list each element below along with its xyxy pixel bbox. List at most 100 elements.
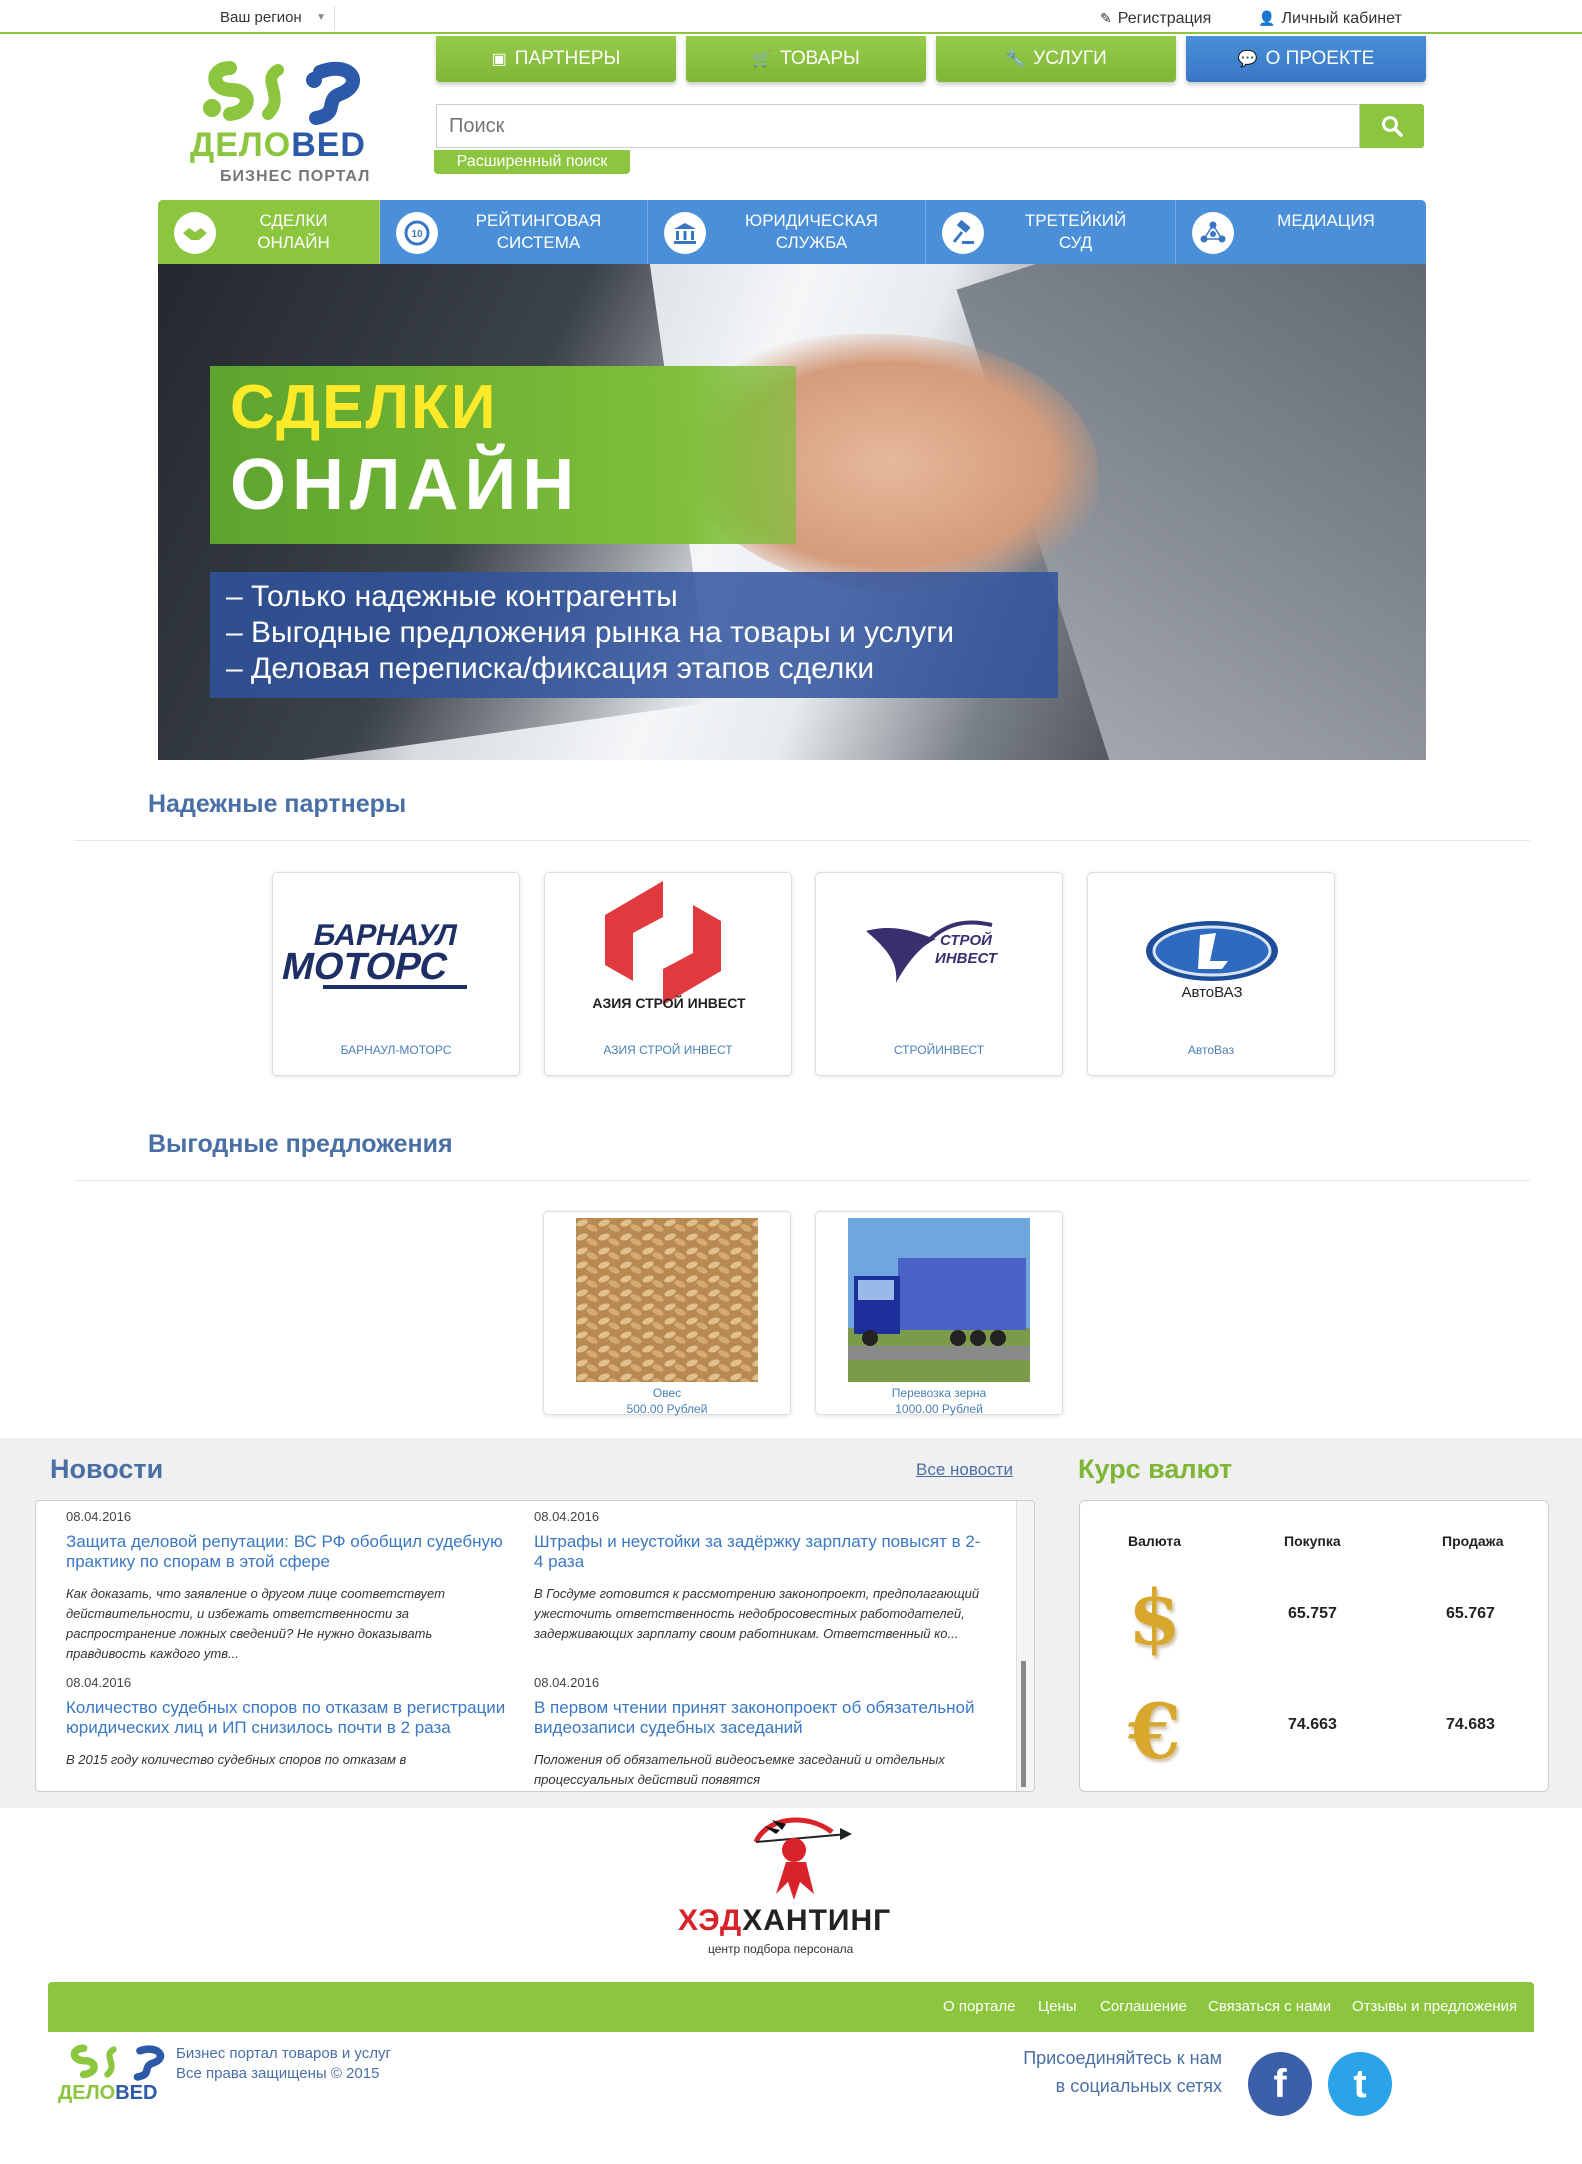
region-label: Ваш регион [220, 9, 302, 26]
tab-deals-online[interactable]: Сделки онлайн [158, 200, 380, 264]
sponsor-wordmark: ХЭДХАНТИНГ [678, 1904, 892, 1937]
svg-text:ИНВЕСТ: ИНВЕСТ [935, 950, 999, 967]
cabinet-link[interactable]: 👤 Личный кабинет [1258, 6, 1402, 31]
archer-logo-icon [753, 1817, 852, 1900]
hero-banner[interactable]: СДЕЛКИ ОНЛАЙН – Только надежные контраге… [158, 264, 1426, 760]
asia-stroy-invest-logo: АЗИЯ СТРОЙ ИНВЕСТ [592, 881, 746, 1011]
search-input[interactable] [436, 104, 1360, 148]
news-date: 08.04.2016 [66, 1509, 132, 1524]
partners-title: Надежные партнеры [148, 790, 407, 818]
svg-text:АвтоВАЗ: АвтоВАЗ [1181, 984, 1242, 1001]
currency-table: Валюта Покупка Продажа $ 65.757 65.767 €… [1079, 1500, 1549, 1792]
social-line2: в социальных сетях [1055, 2076, 1222, 2096]
offer-card-transport[interactable]: Перевозка зерна 1000.00 Рублей [815, 1211, 1063, 1416]
nav-goods[interactable]: 🛒 ТОВАРЫ [686, 36, 926, 82]
gavel-icon [942, 212, 984, 254]
footer-nav: О портале Цены Соглашение Связаться с на… [48, 1982, 1534, 2032]
user-icon: 👤 [1258, 10, 1276, 26]
svg-text:АЗИЯ СТРОЙ ИНВЕСТ: АЗИЯ СТРОЙ ИНВЕСТ [592, 994, 746, 1011]
footer-link-feedback[interactable]: Отзывы и предложения [1352, 1998, 1517, 2015]
footer-link-contact[interactable]: Связаться с нами [1208, 1998, 1331, 2015]
offers-title: Выгодные предложения [148, 1130, 453, 1158]
cabinet-label: Личный кабинет [1281, 10, 1402, 27]
news-item[interactable]: 08.04.2016 Защита деловой репутации: ВС … [66, 1509, 516, 1664]
partner-caption: АвтоВаз [1187, 1043, 1235, 1057]
search-icon [1382, 116, 1403, 137]
nav-about[interactable]: 💬 О ПРОЕКТЕ [1186, 36, 1426, 82]
euro-sell-value: 74.683 [1446, 1716, 1495, 1733]
news-date: 08.04.2016 [534, 1509, 600, 1524]
nav-goods-label: ТОВАРЫ [780, 48, 860, 69]
search-button[interactable] [1360, 104, 1424, 148]
sponsor-subtitle: центр подбора персонала [708, 1942, 854, 1956]
offer-card-oats[interactable]: Овес 500.00 Рублей [543, 1211, 791, 1416]
tab-legal-service[interactable]: Юридическая служба [648, 200, 926, 264]
offer-price: 1000.00 Рублей [895, 1402, 983, 1416]
partner-card-asia[interactable]: АЗИЯ СТРОЙ ИНВЕСТ АЗИЯ СТРОЙ ИНВЕСТ [544, 872, 792, 1076]
avtovaz-logo: АвтоВАЗ [1146, 921, 1278, 1001]
banner-line-3: – Деловая переписка/фиксация этапов сдел… [226, 652, 875, 685]
partner-caption: АЗИЯ СТРОЙ ИНВЕСТ [603, 1043, 733, 1057]
news-excerpt: В 2015 году количество судебных споров п… [66, 1752, 407, 1767]
banner-line-2: – Выгодные предложения рынка на товары и… [226, 616, 954, 649]
section-divider [74, 840, 1530, 841]
register-label: Регистрация [1117, 10, 1212, 27]
footer-logo-mark-icon [70, 2044, 165, 2081]
network-icon [1192, 212, 1234, 254]
partner-card-stroyinvest[interactable]: СТРОЙ ИНВЕСТ СТРОЙИНВЕСТ [815, 872, 1063, 1076]
partner-card-avtovaz[interactable]: АвтоВАЗ АвтоВаз [1087, 872, 1335, 1076]
register-link[interactable]: ✎ Регистрация [1100, 6, 1211, 31]
nav-services-label: УСЛУГИ [1033, 48, 1107, 69]
news-item[interactable]: 08.04.2016 В первом чтении принят законо… [534, 1675, 984, 1790]
service-tabs: Сделки онлайн 10 Рейтинговая система Юри… [158, 200, 1426, 264]
footer-link-about[interactable]: О портале [943, 1998, 1015, 2015]
news-title: Новости [50, 1454, 164, 1484]
footer-link-prices[interactable]: Цены [1038, 1998, 1077, 2015]
dollar-buy-value: 65.757 [1288, 1605, 1337, 1622]
partner-card-barnaul[interactable]: БАРНАУЛ МОТОРС БАРНАУЛ-МОТОРС [272, 872, 520, 1076]
stroyinvest-logo: СТРОЙ ИНВЕСТ [866, 920, 999, 983]
all-news-link[interactable]: Все новости [916, 1460, 1013, 1480]
tab-arbitration-court[interactable]: Третейкий суд [926, 200, 1176, 264]
banner-title-2: ОНЛАЙН [230, 445, 581, 525]
handshake-icon [174, 212, 216, 254]
site-logo[interactable]: ДЕЛОВЕD БИЗНЕС ПОРТАЛ [190, 50, 410, 190]
briefcase-icon: ▣ [491, 51, 507, 68]
nav-partners[interactable]: ▣ ПАРТНЕРЫ [436, 36, 676, 82]
news-excerpt: Как доказать, что заявление о другом лиц… [66, 1586, 445, 1661]
footer-copy-line2: Все права защищены © 2015 [176, 2065, 380, 2082]
sponsor-banner[interactable]: ХЭДХАНТИНГ центр подбора персонала [660, 1812, 900, 1962]
social-line1: Присоединяйтесь к нам [1023, 2048, 1222, 2068]
top-bar: Ваш регион ▼ ✎ Регистрация 👤 Личный кабине… [0, 0, 1582, 34]
offer-name: Овес [652, 1386, 682, 1400]
tab-mediation[interactable]: Медиация [1176, 200, 1426, 264]
region-select[interactable]: Ваш регион ▼ [200, 6, 335, 30]
news-date: 08.04.2016 [66, 1675, 132, 1690]
footer-link-agreement[interactable]: Соглашение [1100, 1998, 1187, 2015]
advanced-search-link[interactable]: Расширенный поиск [434, 150, 630, 174]
footer-logo[interactable]: ДЕЛОВЕD [58, 2042, 178, 2106]
facebook-icon[interactable]: f [1248, 2052, 1312, 2116]
comment-icon: 💬 [1237, 51, 1258, 68]
news-headline[interactable]: Штрафы и неустойки за задёржку зарплату … [534, 1532, 984, 1572]
euro-icon: € [1128, 1687, 1181, 1776]
nav-partners-label: ПАРТНЕРЫ [514, 48, 621, 69]
news-excerpt: Положения об обязательной видеосъемке за… [534, 1752, 945, 1787]
tab-rating-system[interactable]: 10 Рейтинговая система [380, 200, 648, 264]
currency-title: Курс валют [1078, 1454, 1233, 1484]
news-scrollbar[interactable] [1016, 1501, 1034, 1791]
news-item[interactable]: 08.04.2016 Штрафы и неустойки за задёржк… [534, 1509, 984, 1644]
currency-col-header: Валюта [1128, 1533, 1182, 1549]
news-headline[interactable]: В первом чтении принят законопроект об о… [534, 1698, 984, 1738]
news-item[interactable]: 08.04.2016 Количество судебных споров по… [66, 1675, 516, 1770]
scrollbar-thumb[interactable] [1021, 1661, 1026, 1787]
news-date: 08.04.2016 [534, 1675, 600, 1690]
twitter-icon[interactable]: t [1328, 2052, 1392, 2116]
nav-services[interactable]: 🔧 УСЛУГИ [936, 36, 1176, 82]
logo-wordmark: ДЕЛОВЕD [190, 126, 366, 164]
logo-subtitle: БИЗНЕС ПОРТАЛ [220, 168, 371, 185]
chevron-down-icon: ▼ [316, 12, 326, 23]
news-headline[interactable]: Защита деловой репутации: ВС РФ обобщил … [66, 1532, 516, 1572]
news-list[interactable]: 08.04.2016 Защита деловой репутации: ВС … [35, 1500, 1035, 1792]
news-headline[interactable]: Количество судебных споров по отказам в … [66, 1698, 516, 1738]
